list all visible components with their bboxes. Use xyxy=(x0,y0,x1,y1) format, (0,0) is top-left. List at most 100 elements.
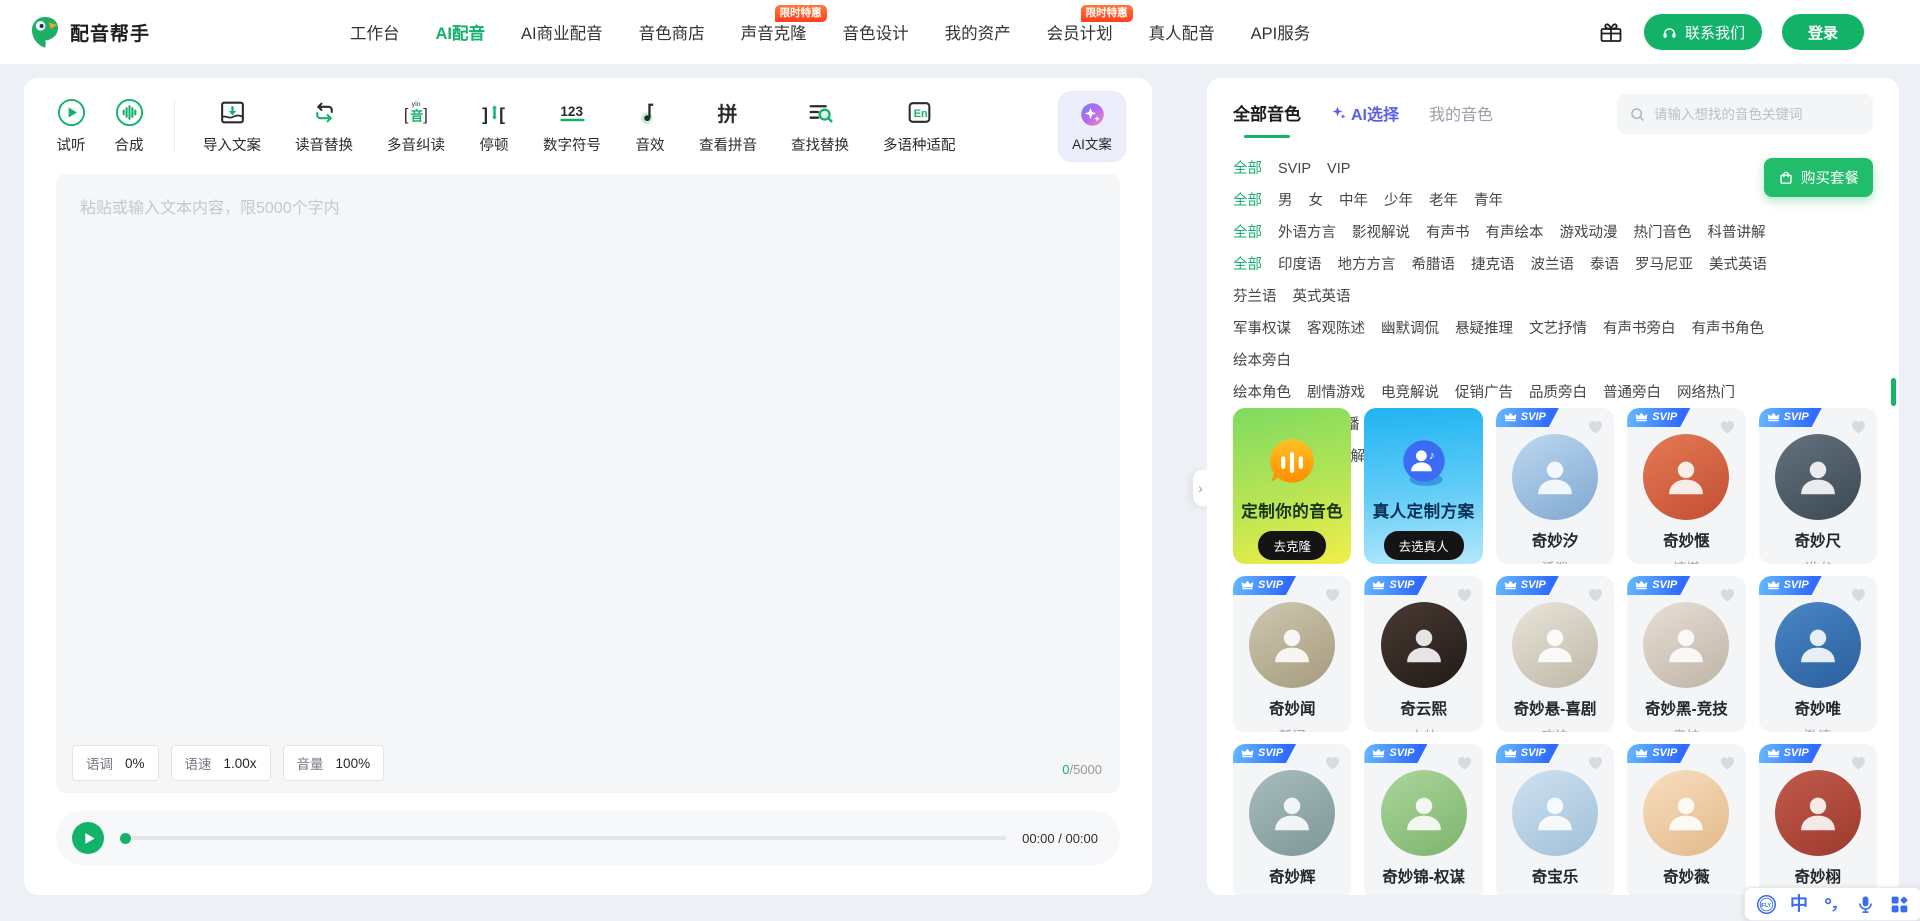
filter-tag[interactable]: 客观陈述 xyxy=(1307,313,1365,345)
nav-item[interactable]: API服务 xyxy=(1251,20,1311,44)
filter-tag[interactable]: 电竞解说 xyxy=(1381,377,1439,409)
filter-tag[interactable]: 有声绘本 xyxy=(1486,217,1544,249)
favorite-heart-icon[interactable] xyxy=(1849,585,1868,604)
login-button[interactable]: 登录 xyxy=(1782,14,1864,50)
tool-pinyin[interactable]: 拼查看拼音 xyxy=(699,98,757,155)
filter-tag[interactable]: 科普讲解 xyxy=(1708,217,1766,249)
voice-tab[interactable]: 全部音色 xyxy=(1233,100,1301,127)
nav-item[interactable]: 音色设计 xyxy=(843,20,909,44)
filter-tag[interactable]: 有声书旁白 xyxy=(1603,313,1676,345)
voice-tab[interactable]: 我的音色 xyxy=(1429,101,1493,127)
favorite-heart-icon[interactable] xyxy=(1586,417,1605,436)
script-textarea[interactable] xyxy=(56,174,1120,793)
filter-tag[interactable]: 军事权谋 xyxy=(1233,313,1291,345)
favorite-heart-icon[interactable] xyxy=(1455,585,1474,604)
control-box[interactable]: 音量100% xyxy=(283,745,385,781)
tool-pause-brackets[interactable]: ][停顿 xyxy=(479,98,509,155)
voice-card[interactable]: SVIP奇妙黑-竞技竞技 xyxy=(1627,576,1745,732)
tool-numbers[interactable]: 123数字符号 xyxy=(543,98,601,155)
nav-item[interactable]: 真人配音 xyxy=(1149,20,1215,44)
favorite-heart-icon[interactable] xyxy=(1718,417,1737,436)
promo-action-button[interactable]: 去选真人 xyxy=(1384,531,1464,560)
filter-lead[interactable]: 全部 xyxy=(1233,217,1262,249)
voice-card[interactable]: SVIP奇妙闻新闻 xyxy=(1233,576,1351,732)
filter-tag[interactable]: 女 xyxy=(1309,185,1324,217)
buy-package-button[interactable]: 购买套餐 xyxy=(1764,158,1873,197)
favorite-heart-icon[interactable] xyxy=(1586,585,1605,604)
filter-tag[interactable]: 青年 xyxy=(1474,185,1503,217)
filter-tag[interactable]: 泰语 xyxy=(1590,249,1619,281)
filter-tag[interactable]: 老年 xyxy=(1429,185,1458,217)
filter-tag[interactable]: 有声书 xyxy=(1426,217,1470,249)
ime-language-toggle[interactable]: 中 xyxy=(1790,895,1808,913)
promo-card[interactable]: 定制你的音色去克隆 xyxy=(1233,408,1351,564)
voice-card[interactable]: SVIP奇妙汐活泼 xyxy=(1496,408,1614,564)
tool-find-replace[interactable]: 查找替换 xyxy=(791,98,849,155)
nav-item[interactable]: AI商业配音 xyxy=(521,20,603,44)
voice-tab[interactable]: AI选择 xyxy=(1331,101,1399,127)
favorite-heart-icon[interactable] xyxy=(1718,585,1737,604)
tool-replace-loop[interactable]: 读音替换 xyxy=(295,98,353,155)
filter-tag[interactable]: 男 xyxy=(1278,185,1293,217)
nav-item[interactable]: 声音克隆限时特惠 xyxy=(741,20,807,44)
filter-tag[interactable]: 幽默调侃 xyxy=(1381,313,1439,345)
filter-tag[interactable]: 希腊语 xyxy=(1412,249,1456,281)
filter-tag[interactable]: 捷克语 xyxy=(1471,249,1515,281)
tool-sound-effect[interactable]: 音效 xyxy=(635,98,665,155)
filter-tag[interactable]: 文艺抒情 xyxy=(1529,313,1587,345)
filter-tag[interactable]: 网络热门 xyxy=(1677,377,1735,409)
filter-tag[interactable]: 印度语 xyxy=(1278,249,1322,281)
nav-item[interactable]: 音色商店 xyxy=(639,20,705,44)
nav-item[interactable]: AI配音 xyxy=(436,20,486,44)
filter-tag[interactable]: 剧情游戏 xyxy=(1307,377,1365,409)
gift-icon[interactable] xyxy=(1598,19,1624,45)
keyboard-grid-icon[interactable] xyxy=(1889,894,1910,915)
voice-card[interactable]: SVIP奇妙辉正式 xyxy=(1233,744,1351,895)
progress-knob[interactable] xyxy=(120,833,131,844)
voice-card[interactable]: SVIP奇云熙小帅 xyxy=(1364,576,1482,732)
filter-tag[interactable]: 影视解说 xyxy=(1352,217,1410,249)
tool-import-doc[interactable]: 导入文案 xyxy=(203,98,261,155)
filter-tag[interactable]: 地方方言 xyxy=(1338,249,1396,281)
voice-card[interactable]: SVIP奇妙惬慵懒 xyxy=(1627,408,1745,564)
promo-action-button[interactable]: 去克隆 xyxy=(1258,531,1326,560)
filter-lead[interactable]: 全部 xyxy=(1233,185,1262,217)
filter-tag[interactable]: SVIP xyxy=(1278,153,1311,185)
scrollbar-thumb[interactable] xyxy=(1891,378,1896,406)
punctuation-icon[interactable] xyxy=(1821,894,1842,915)
voice-card[interactable]: SVIP奇宝乐活泼 xyxy=(1496,744,1614,895)
filter-tag[interactable]: 芬兰语 xyxy=(1233,281,1277,313)
favorite-heart-icon[interactable] xyxy=(1849,417,1868,436)
tool-polyphonic[interactable]: []音yīn多音纠读 xyxy=(387,98,445,155)
tool-multilang[interactable]: En多语种适配 xyxy=(883,98,956,155)
filter-tag[interactable]: 美式英语 xyxy=(1709,249,1767,281)
favorite-heart-icon[interactable] xyxy=(1586,753,1605,772)
filter-tag[interactable]: 波兰语 xyxy=(1531,249,1575,281)
filter-tag[interactable]: 中年 xyxy=(1339,185,1368,217)
filter-tag[interactable]: 外语方言 xyxy=(1278,217,1336,249)
filter-tag[interactable]: 普通旁白 xyxy=(1603,377,1661,409)
brand-logo[interactable]: 配音帮手 xyxy=(28,15,150,49)
promo-card[interactable]: ♪真人定制方案去选真人 xyxy=(1364,408,1482,564)
voice-card[interactable]: SVIP奇妙薇温柔 xyxy=(1627,744,1745,895)
filter-lead[interactable]: 全部 xyxy=(1233,249,1262,281)
voice-card[interactable]: SVIP奇妙尺讲书 xyxy=(1759,408,1877,564)
contact-us-button[interactable]: 联系我们 xyxy=(1644,14,1762,50)
control-box[interactable]: 语速1.00x xyxy=(171,745,271,781)
collapse-panel-handle[interactable]: › xyxy=(1193,470,1208,506)
filter-tag[interactable]: 悬疑推理 xyxy=(1455,313,1513,345)
filter-tag[interactable]: 游戏动漫 xyxy=(1560,217,1618,249)
favorite-heart-icon[interactable] xyxy=(1455,753,1474,772)
filter-tag[interactable]: 英式英语 xyxy=(1293,281,1351,313)
filter-tag[interactable]: 促销广告 xyxy=(1455,377,1513,409)
filter-tag[interactable]: 品质旁白 xyxy=(1529,377,1587,409)
filter-tag[interactable]: VIP xyxy=(1327,153,1350,185)
filter-tag[interactable]: 有声书角色 xyxy=(1692,313,1765,345)
tool-waveform-circle[interactable]: 合成 xyxy=(114,98,144,155)
voice-search-input[interactable] xyxy=(1654,107,1861,122)
tool-play-circle[interactable]: 试听 xyxy=(56,98,86,155)
nav-item[interactable]: 我的资产 xyxy=(945,20,1011,44)
filter-lead[interactable]: 全部 xyxy=(1233,153,1262,185)
ifly-logo-icon[interactable]: iFLY xyxy=(1756,894,1777,915)
filter-tag[interactable]: 热门音色 xyxy=(1634,217,1692,249)
